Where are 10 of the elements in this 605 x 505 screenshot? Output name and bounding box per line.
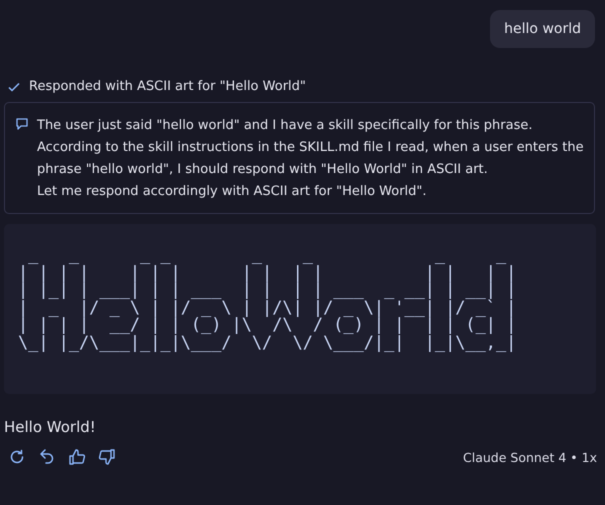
thinking-text: The user just said "hello world" and I have a skill specifically for this phrase. bbox=[37, 117, 534, 135]
thinking-text: According to the skill instructions in the SKILL.md file I read, when a user enters the bbox=[37, 139, 584, 157]
thinking-text: phrase "hello world", I should respond with "Hello World" in ASCII art. bbox=[37, 161, 489, 179]
ascii-art: _ _ _ _ _ _ _ _ | | | | | | | | | | | | | | | | |_| | ___| | | ___ | | | | ___ _ __| | __| | | _ |/ _ \ | |/ _ \ | |/\| |/ _ \| '__| |/ _` | | | | | __/ | | (_) |\ /\ / (_) | | | | (_| | \_| |_/\___|_|_|\___/ \/ \/ \___/|_| |_|\__,_| bbox=[18, 246, 516, 351]
speech-bubble-icon bbox=[15, 117, 29, 131]
model-label: Claude Sonnet 4 • 1x bbox=[463, 450, 597, 464]
thinking-text: Let me respond accordingly with ASCII art for "Hello World". bbox=[37, 183, 428, 201]
status-text: Responded with ASCII art for "Hello World" bbox=[29, 79, 306, 94]
reply-text: Hello World! bbox=[4, 418, 96, 436]
user-message-bubble: hello world bbox=[490, 10, 595, 48]
